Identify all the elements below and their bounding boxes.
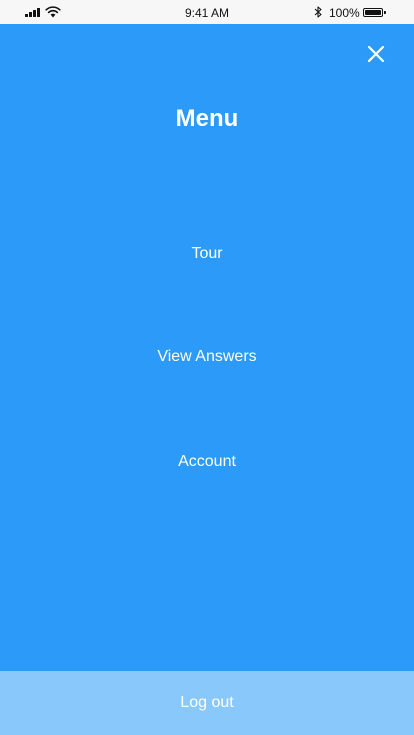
- logout-label: Log out: [180, 694, 234, 711]
- status-bar: 9:41 AM 100%: [0, 0, 414, 24]
- battery-percent: 100%: [329, 6, 360, 20]
- bluetooth-icon: [314, 6, 322, 18]
- menu-item-label: Tour: [191, 245, 223, 262]
- menu-item-view-answers[interactable]: View Answers: [0, 347, 414, 367]
- menu-screen: 9:41 AM 100% Menu Tour View Answers Acco…: [0, 0, 414, 735]
- menu-item-tour[interactable]: Tour: [0, 244, 414, 264]
- menu-item-label: Account: [178, 453, 236, 470]
- menu-item-account[interactable]: Account: [0, 452, 414, 472]
- battery-fill: [365, 10, 381, 15]
- battery-icon: [363, 8, 383, 17]
- menu-item-label: View Answers: [157, 348, 257, 365]
- battery-tip: [384, 11, 386, 14]
- close-icon[interactable]: [362, 40, 390, 68]
- logout-button[interactable]: Log out: [0, 671, 414, 735]
- menu-title: Menu: [175, 105, 239, 132]
